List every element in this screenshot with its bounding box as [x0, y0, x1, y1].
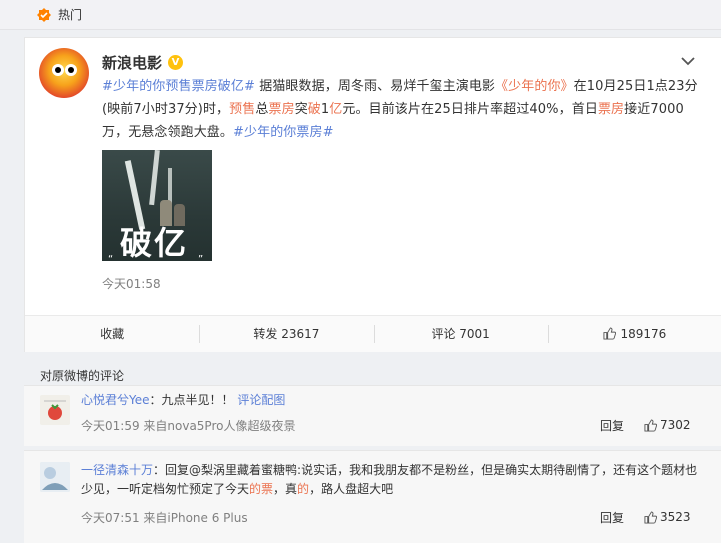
thumbs-up-icon	[644, 510, 657, 524]
comment-like-button[interactable]: 3523	[644, 510, 691, 524]
keyword-boxoffice: 票房	[597, 102, 625, 117]
author-name[interactable]: 新浪电影	[102, 52, 162, 73]
film-link[interactable]: 《少年的你》	[495, 79, 574, 94]
image-quote: ”	[198, 254, 204, 261]
image-title: 破亿	[120, 224, 189, 261]
avatar-eye-icon	[52, 64, 64, 76]
hot-label[interactable]: 热门	[58, 6, 82, 23]
like-count: 189176	[620, 327, 667, 341]
comment-text: ，真	[273, 482, 298, 496]
like-button[interactable]: 189176	[547, 325, 721, 343]
post-image[interactable]: “ 破亿 ”	[102, 150, 212, 261]
verified-icon: V	[168, 55, 184, 70]
avatar-eye-icon	[65, 64, 77, 76]
comment-item: 心悦君兮Yee：九点半见！！ 评论配图 今天01:59 来自nova5Pro人像…	[24, 385, 721, 446]
reply-button[interactable]: 回复	[600, 509, 624, 526]
comment-colon: ：	[153, 463, 166, 477]
chevron-down-icon[interactable]	[680, 54, 696, 68]
post-author[interactable]: 新浪电影 V	[102, 52, 184, 73]
author-avatar[interactable]	[39, 48, 89, 98]
comment-meta: 今天01:59 来自nova5Pro人像超级夜景	[81, 419, 296, 433]
post-text: 总	[255, 102, 269, 117]
repost-label: 转发 23617	[253, 327, 320, 341]
comment-label: 评论 7001	[431, 327, 490, 341]
thumbs-up-icon	[644, 418, 657, 432]
post-actions: 收藏 转发 23617 评论 7001 189176	[25, 315, 721, 352]
comment-body: 心悦君兮Yee：九点半见！！ 评论配图	[81, 391, 701, 410]
comment-like-count: 7302	[660, 418, 691, 432]
hot-bar: 热门	[0, 0, 721, 30]
comment-highlight: 的	[297, 482, 310, 496]
post-text: 据猫眼数据，周冬雨、易烊千玺主演电影	[255, 79, 496, 94]
collect-button[interactable]: 收藏	[25, 325, 199, 343]
keyword-presale: 预售	[229, 102, 256, 117]
topic-link[interactable]: #少年的你票房#	[233, 125, 334, 140]
keyword-boxoffice: 票房	[268, 102, 295, 117]
keyword-break: 破	[307, 102, 321, 117]
post-timestamp[interactable]: 今天01:58	[102, 275, 161, 292]
keyword-yi: 亿	[329, 102, 343, 117]
topic-link[interactable]: #少年的你预售票房破亿#	[102, 79, 255, 94]
reply-button[interactable]: 回复	[600, 417, 624, 434]
collect-label: 收藏	[100, 327, 125, 341]
comment-body: 一径清森十万：回复@梨涡里藏着蜜糖鸭:说实话，我和我朋友都不是粉丝，但是确实太期…	[81, 461, 701, 499]
comment-like-button[interactable]: 7302	[644, 418, 691, 432]
post-content: #少年的你预售票房破亿# 据猫眼数据，周冬雨、易烊千玺主演电影《少年的你》在10…	[102, 75, 702, 144]
commenter-avatar[interactable]	[40, 462, 70, 492]
repost-button[interactable]: 转发 23617	[199, 325, 373, 343]
comment-like-count: 3523	[660, 510, 691, 524]
post-text: 元。目前该片在25日排片率超过40%，首日	[342, 102, 598, 117]
commenter-avatar[interactable]	[40, 395, 70, 425]
comment-meta: 今天07:51 来自iPhone 6 Plus	[81, 511, 248, 525]
comment-image-link[interactable]: 评论配图	[237, 393, 285, 407]
comment-item: 一径清森十万：回复@梨涡里藏着蜜糖鸭:说实话，我和我朋友都不是粉丝，但是确实太期…	[24, 450, 721, 543]
comment-colon: ：	[149, 393, 162, 407]
post-card: 新浪电影 V #少年的你预售票房破亿# 据猫眼数据，周冬雨、易烊千玺主演电影《少…	[24, 37, 721, 352]
thumbs-up-icon	[603, 327, 617, 340]
comment-button[interactable]: 评论 7001	[373, 325, 548, 343]
image-quote: “	[108, 254, 114, 261]
commenter-name[interactable]: 心悦君兮Yee	[81, 393, 150, 407]
post-text: 突	[294, 102, 308, 117]
comment-text: 九点半见！！	[161, 393, 234, 407]
hot-badge-icon	[36, 7, 52, 23]
comment-text: ，路人盘超大吧	[309, 482, 394, 496]
comments-title: 对原微博的评论	[40, 369, 125, 383]
comment-highlight: 的票	[249, 482, 274, 496]
commenter-name[interactable]: 一径清森十万	[81, 463, 153, 477]
